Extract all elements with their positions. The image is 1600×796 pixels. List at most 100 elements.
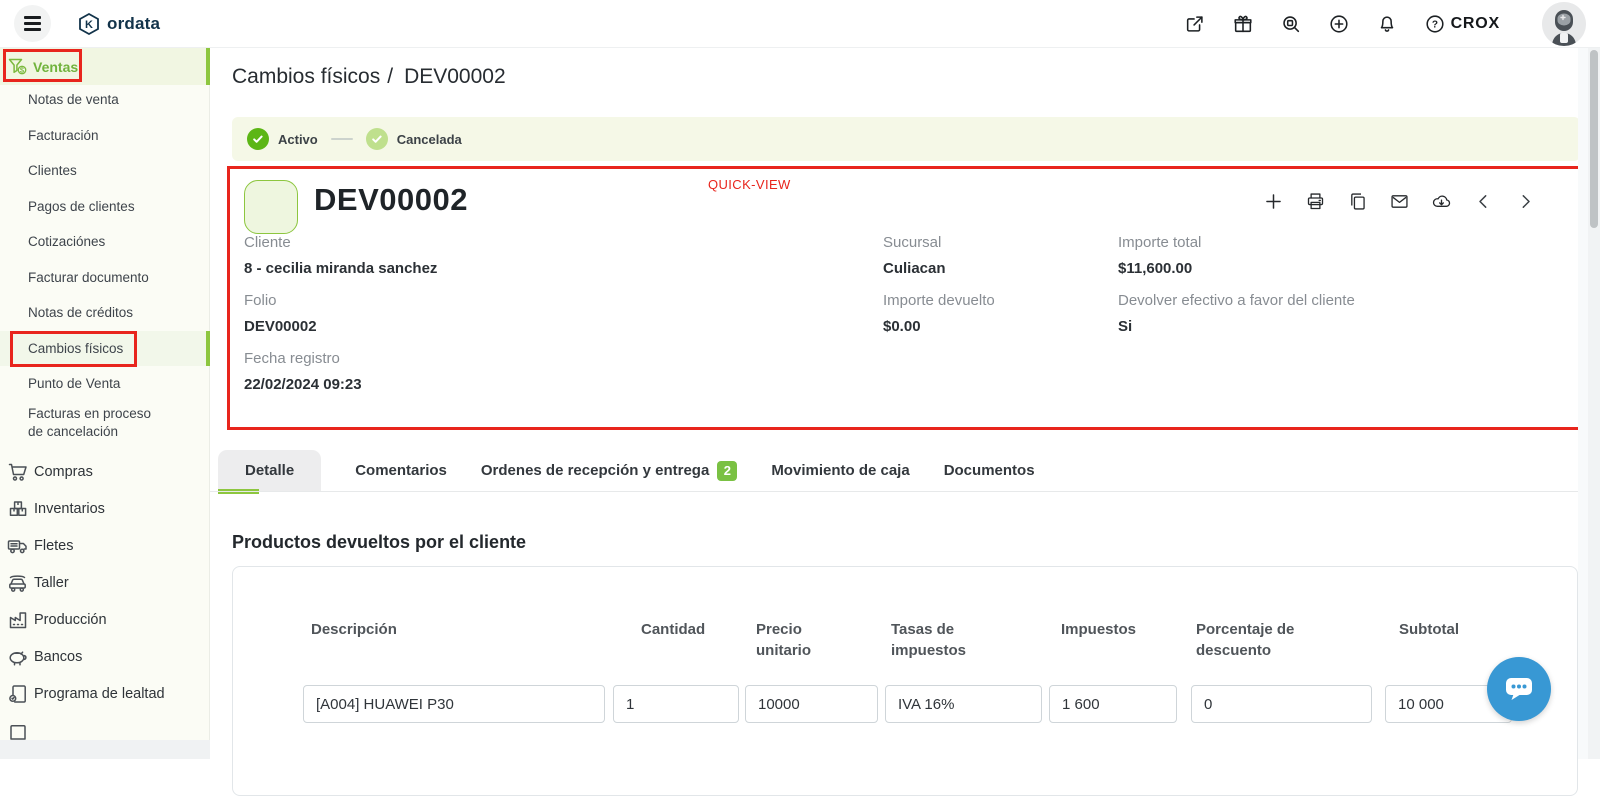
- field-folio: Folio DEV00002: [244, 291, 437, 337]
- print-icon[interactable]: [1305, 191, 1326, 212]
- field-label: Folio: [244, 291, 437, 311]
- factory-icon: [6, 608, 30, 632]
- sidebar-item-notas-de-creditos[interactable]: Notas de créditos: [0, 295, 209, 331]
- sidebar-section-label: Inventarios: [34, 501, 105, 517]
- help-circle-icon: ?: [1424, 13, 1446, 35]
- sidebar-item-facturar-documento[interactable]: Facturar documento: [0, 260, 209, 296]
- sidebar-item-notas-de-venta[interactable]: Notas de venta: [0, 82, 209, 118]
- avatar[interactable]: [1542, 2, 1586, 46]
- vertical-scrollbar[interactable]: [1588, 48, 1600, 759]
- tab-label: Ordenes de recepción y entrega: [481, 450, 709, 492]
- document-thumbnail: [244, 180, 298, 234]
- sidebar-section-bancos[interactable]: Bancos: [0, 638, 209, 675]
- field-value: Si: [1118, 317, 1355, 337]
- quick-view-annotation: QUICK-VIEW: [708, 177, 791, 192]
- top-bar: K ordata: [0, 0, 1600, 48]
- sidebar-item-facturacion[interactable]: Facturación: [0, 118, 209, 154]
- boxes-icon: [6, 497, 30, 521]
- sidebar-item-cambios-fisicos[interactable]: Cambios físicos: [0, 331, 209, 367]
- sidebar-item-pagos-de-clientes[interactable]: Pagos de clientes: [0, 189, 209, 225]
- chat-fab-button[interactable]: [1487, 657, 1551, 721]
- scrollbar-thumb[interactable]: [1590, 50, 1598, 228]
- chevron-left-icon[interactable]: [1473, 191, 1494, 212]
- status-step-cancelada: Cancelada: [397, 132, 462, 147]
- descripcion-input[interactable]: [303, 685, 605, 723]
- sidebar-section-taller[interactable]: Taller: [0, 564, 209, 601]
- hidden-item-icon: [6, 719, 30, 743]
- field-devolver-efectivo: Devolver efectivo a favor del cliente Si: [1118, 291, 1355, 337]
- chat-bubble-icon: [1501, 671, 1537, 707]
- document-title: DEV00002: [314, 182, 468, 218]
- active-item-indicator: [206, 331, 210, 367]
- external-link-icon[interactable]: [1184, 13, 1206, 35]
- sidebar-section-produccion[interactable]: Producción: [0, 601, 209, 638]
- sidebar-item-clientes[interactable]: Clientes: [0, 153, 209, 189]
- sidebar-section-partial[interactable]: [0, 712, 209, 749]
- quick-view-actions: [1263, 191, 1536, 212]
- sidebar-item-punto-de-venta[interactable]: Punto de Venta: [0, 366, 209, 402]
- detail-tabs: Detalle Comentarios Ordenes de recepción…: [218, 450, 1035, 492]
- field-sucursal: Sucursal Culiacan: [883, 233, 995, 279]
- search-icon[interactable]: [1280, 13, 1302, 35]
- main-content: Cambios físicos / DEV00002 Activo Cancelad…: [210, 48, 1588, 759]
- tab-movimiento-caja[interactable]: Movimiento de caja: [771, 450, 909, 492]
- sidebar-section-label: Bancos: [34, 649, 82, 665]
- tab-documentos[interactable]: Documentos: [944, 450, 1035, 492]
- sidebar-section-ventas[interactable]: $ Ventas: [0, 48, 209, 85]
- field-cliente: Cliente 8 - cecilia miranda sanchez: [244, 233, 437, 279]
- cantidad-input[interactable]: [613, 685, 739, 723]
- app-logo[interactable]: K ordata: [77, 12, 160, 36]
- car-workshop-icon: [6, 571, 30, 595]
- field-value: $0.00: [883, 317, 995, 337]
- cloud-download-icon[interactable]: [1431, 191, 1452, 212]
- copy-icon[interactable]: [1347, 191, 1368, 212]
- help-menu[interactable]: ? CROX: [1424, 13, 1500, 35]
- tab-ordenes[interactable]: Ordenes de recepción y entrega 2: [481, 450, 737, 492]
- field-label: Devolver efectivo a favor del cliente: [1118, 291, 1355, 311]
- gift-icon[interactable]: [1232, 13, 1254, 35]
- quick-view-column-2: Sucursal Culiacan Importe devuelto $0.00: [883, 233, 995, 349]
- status-step-activo: Activo: [278, 132, 318, 147]
- email-icon[interactable]: [1389, 191, 1410, 212]
- porcentaje-descuento-input[interactable]: [1191, 685, 1372, 723]
- sidebar-item-cotizaciones[interactable]: Cotizaciónes: [0, 224, 209, 260]
- tab-count-badge: 2: [717, 461, 737, 481]
- sidebar-section-label: Producción: [34, 612, 107, 628]
- bell-icon[interactable]: [1376, 13, 1398, 35]
- sales-funnel-icon: $: [7, 56, 29, 78]
- quick-view-panel: QUICK-VIEW DEV00002: [227, 166, 1581, 430]
- column-header-subtotal: Subtotal: [1399, 619, 1459, 640]
- user-label: CROX: [1451, 15, 1500, 33]
- astronaut-avatar-icon: [1542, 2, 1586, 46]
- precio-unitario-input[interactable]: [745, 685, 878, 723]
- sidebar-section-inventarios[interactable]: Inventarios: [0, 490, 209, 527]
- sidebar-section-compras[interactable]: Compras: [0, 453, 209, 490]
- plus-circle-icon[interactable]: [1328, 13, 1350, 35]
- breadcrumb-separator: /: [387, 65, 393, 88]
- sidebar-item-facturas-en-proceso[interactable]: Facturas en proceso de cancelación: [0, 402, 209, 455]
- field-label: Sucursal: [883, 233, 995, 253]
- column-header-porcentaje-descuento: Porcentaje de descuento: [1196, 619, 1326, 661]
- breadcrumb-section[interactable]: Cambios físicos: [232, 65, 380, 88]
- column-header-tasas-impuestos: Tasas de impuestos: [891, 619, 995, 661]
- ventas-submenu: Notas de venta Facturación Clientes Pago…: [0, 82, 209, 455]
- sidebar: $ Ventas Notas de venta Facturación Clie…: [0, 48, 210, 740]
- menu-hamburger-button[interactable]: [14, 5, 51, 42]
- content-edge-gutter: [1578, 48, 1588, 759]
- breadcrumb: Cambios físicos/DEV00002: [232, 65, 506, 89]
- tasas-impuestos-input[interactable]: [885, 685, 1042, 723]
- column-header-descripcion: Descripción: [311, 619, 397, 640]
- tab-comentarios[interactable]: Comentarios: [355, 450, 447, 492]
- field-value: 22/02/2024 09:23: [244, 375, 437, 395]
- sidebar-section-programa-lealtad[interactable]: Programa de lealtad: [0, 675, 209, 712]
- column-header-cantidad: Cantidad: [641, 619, 705, 640]
- tab-detalle[interactable]: Detalle: [218, 450, 321, 492]
- status-step-connector: [331, 138, 353, 141]
- cart-icon: [6, 460, 30, 484]
- quick-view-column-3: Importe total $11,600.00 Devolver efecti…: [1118, 233, 1355, 349]
- impuestos-input[interactable]: [1049, 685, 1177, 723]
- chevron-right-icon[interactable]: [1515, 191, 1536, 212]
- sidebar-section-fletes[interactable]: Fletes: [0, 527, 209, 564]
- add-icon[interactable]: [1263, 191, 1284, 212]
- status-stepper: Activo Cancelada: [232, 117, 1580, 161]
